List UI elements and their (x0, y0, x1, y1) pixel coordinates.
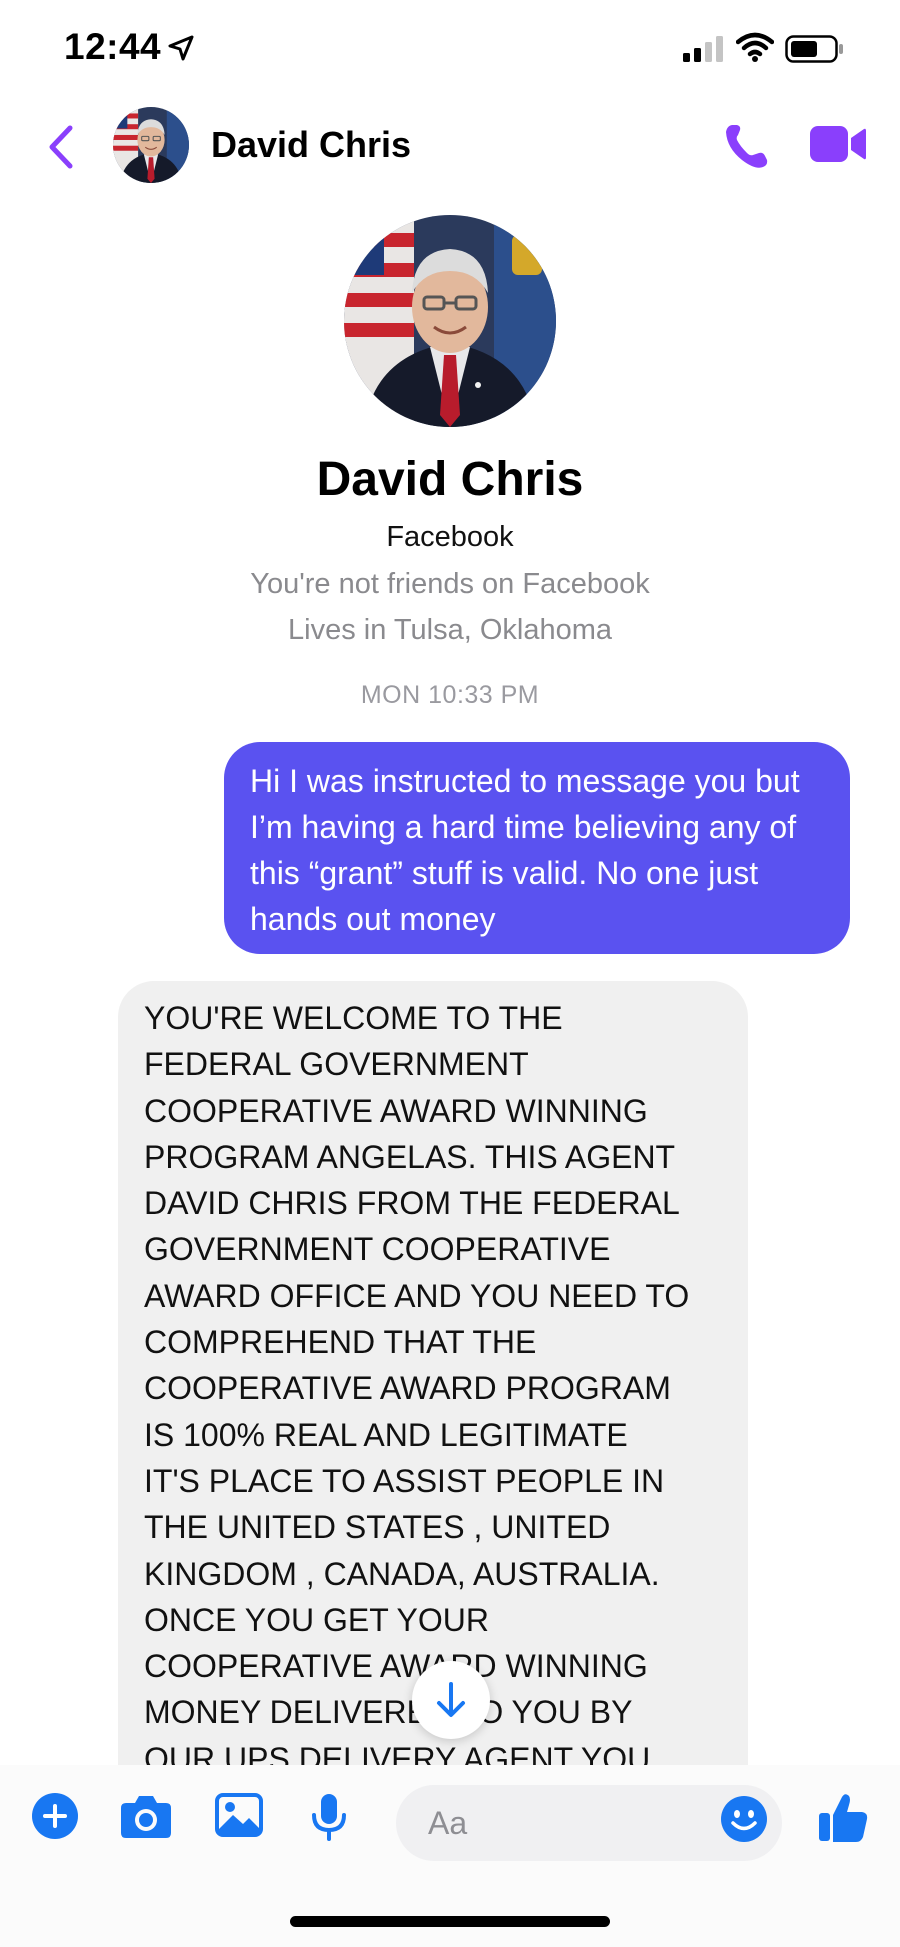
arrow-down-icon (437, 1682, 465, 1717)
profile-location: Lives in Tulsa, Oklahoma (288, 614, 612, 646)
message-composer: Aa (0, 1765, 900, 1947)
profile-avatar[interactable] (344, 215, 556, 427)
portrait-image (113, 107, 189, 183)
message-timestamp: MON 10:33 PM (360, 681, 540, 709)
microphone-icon[interactable] (310, 1793, 348, 1841)
friend-status: You're not friends on Facebook (250, 568, 650, 600)
cellular-signal-icon (683, 36, 723, 62)
message-input-placeholder: Aa (428, 1805, 468, 1841)
outgoing-message-bubble[interactable]: Hi I was instructed to message you but I… (224, 742, 850, 954)
back-button[interactable] (42, 122, 82, 172)
video-camera-icon[interactable] (810, 124, 866, 164)
messenger-chat-screen: 12:44 David Chris David Chris Facebook Y… (0, 0, 900, 1947)
profile-platform: Facebook (386, 521, 514, 553)
chat-header: David Chris (0, 100, 900, 195)
photo-icon[interactable] (215, 1793, 263, 1837)
battery-icon (785, 35, 843, 63)
phone-icon[interactable] (723, 122, 769, 170)
plus-circle-icon[interactable] (32, 1793, 78, 1839)
camera-icon[interactable] (120, 1793, 172, 1839)
wifi-icon (736, 32, 774, 62)
portrait-image (344, 215, 556, 427)
thumbs-up-icon[interactable] (818, 1793, 868, 1843)
status-bar: 12:44 (0, 0, 900, 100)
status-time: 12:44 (64, 26, 162, 67)
scroll-to-bottom-button[interactable] (412, 1661, 490, 1739)
contact-name[interactable]: David Chris (211, 124, 411, 166)
contact-avatar[interactable] (113, 107, 189, 183)
home-indicator[interactable] (290, 1916, 610, 1927)
emoji-icon[interactable] (721, 1796, 767, 1842)
profile-name: David Chris (316, 453, 584, 506)
location-arrow-icon (168, 35, 194, 61)
